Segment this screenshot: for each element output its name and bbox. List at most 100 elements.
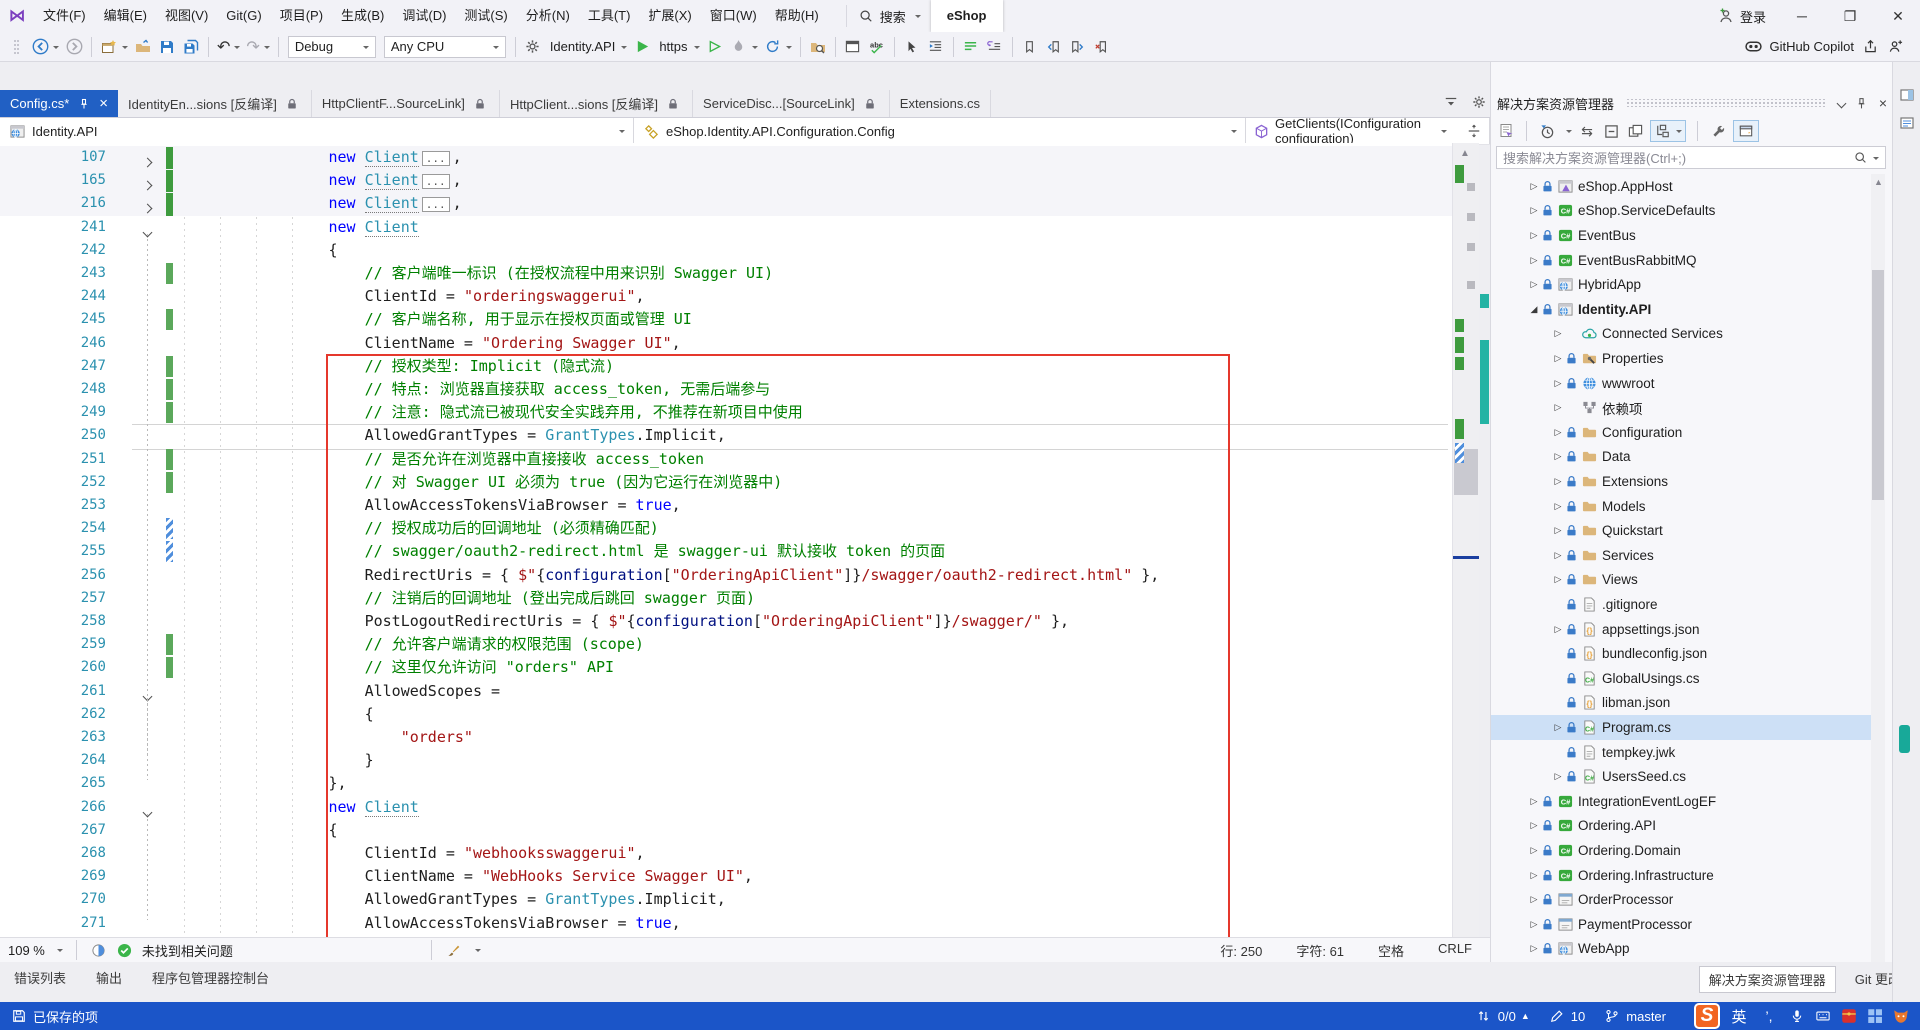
tree-item-bundleconfig.json[interactable]: {} bundleconfig.json bbox=[1491, 641, 1873, 666]
explorer-tab-解决方案资源管理器[interactable]: 解决方案资源管理器 bbox=[1698, 966, 1836, 993]
menu-生成(B)[interactable]: 生成(B) bbox=[332, 8, 393, 23]
navigate-back-button[interactable] bbox=[28, 35, 62, 59]
open-file-button[interactable] bbox=[131, 35, 155, 59]
collapsed-arrow-icon[interactable]: ▷ bbox=[1527, 205, 1541, 216]
new-project-button[interactable] bbox=[97, 35, 131, 59]
file-nesting-dropdown[interactable] bbox=[1650, 120, 1686, 142]
collapsed-arrow-icon[interactable]: ▷ bbox=[1551, 328, 1565, 339]
tree-item-libman.json[interactable]: {} libman.json bbox=[1491, 691, 1873, 716]
collapsed-arrow-icon[interactable]: ▷ bbox=[1551, 476, 1565, 487]
document-health-icon[interactable] bbox=[90, 941, 108, 959]
restart-app-button[interactable] bbox=[761, 35, 795, 59]
caret-column-indicator[interactable]: 字符: 61 bbox=[1296, 941, 1344, 960]
solution-name-badge[interactable]: eShop bbox=[930, 0, 1003, 32]
tab-HttpClientF...SourceLink-[interactable]: HttpClientF...SourceLink] bbox=[312, 90, 500, 117]
collapsed-arrow-icon[interactable]: ▷ bbox=[1551, 525, 1565, 536]
tree-item-Models[interactable]: ▷ Models bbox=[1491, 494, 1873, 519]
collapsed-arrow-icon[interactable]: ▷ bbox=[1551, 451, 1565, 462]
ime-toolbox-icon[interactable] bbox=[1866, 1007, 1884, 1025]
show-all-files-icon[interactable] bbox=[1626, 122, 1644, 140]
run-profile-dropdown[interactable]: https bbox=[654, 35, 702, 59]
collapsed-arrow-icon[interactable]: ▷ bbox=[1527, 796, 1541, 807]
tab-ServiceDisc...-SourceLink-[interactable]: ServiceDisc...[SourceLink] bbox=[693, 90, 890, 117]
menu-视图(V)[interactable]: 视图(V) bbox=[156, 8, 217, 23]
tree-item-EventBus[interactable]: ▷ C# EventBus bbox=[1491, 223, 1873, 248]
zoom-level-dropdown[interactable]: 109 % bbox=[8, 943, 45, 958]
collapsed-arrow-icon[interactable]: ▷ bbox=[1551, 427, 1565, 438]
next-bookmark-button[interactable] bbox=[1066, 35, 1090, 59]
debug-configuration-dropdown[interactable]: Debug bbox=[287, 35, 376, 58]
collapsed-arrow-icon[interactable]: ▷ bbox=[1551, 378, 1565, 389]
breadcrumb-member-dropdown[interactable]: GetClients(IConfiguration configuration) bbox=[1246, 116, 1490, 146]
start-debugging-button[interactable] bbox=[630, 35, 654, 59]
menu-工具(T)[interactable]: 工具(T) bbox=[579, 8, 640, 23]
tree-item-Data[interactable]: ▷ Data bbox=[1491, 445, 1873, 470]
close-panel-icon[interactable]: × bbox=[1879, 95, 1887, 111]
tree-item-UsersSeed.cs[interactable]: ▷ C# UsersSeed.cs bbox=[1491, 764, 1873, 789]
tree-item-tempkey.jwk[interactable]: tempkey.jwk bbox=[1491, 740, 1873, 765]
close-tab-icon[interactable]: × bbox=[99, 95, 108, 112]
collapsed-arrow-icon[interactable]: ▷ bbox=[1551, 574, 1565, 585]
scroll-up-icon[interactable]: ▲ bbox=[1460, 148, 1470, 159]
github-copilot-icon[interactable] bbox=[1744, 38, 1762, 56]
restore-button[interactable]: ❐ bbox=[1828, 0, 1872, 32]
fold-collapsed-icon[interactable] bbox=[142, 200, 153, 215]
menu-编辑(E)[interactable]: 编辑(E) bbox=[95, 8, 156, 23]
menu-分析(N)[interactable]: 分析(N) bbox=[517, 8, 579, 23]
pin-tab-icon[interactable] bbox=[75, 95, 93, 113]
errors-warnings[interactable]: 0/0 ▲ bbox=[1475, 1007, 1530, 1025]
navigate-forward-button[interactable] bbox=[62, 35, 86, 59]
tree-item-Ordering.API[interactable]: ▷ C# Ordering.API bbox=[1491, 814, 1873, 839]
caret-line-indicator[interactable]: 行: 250 bbox=[1220, 941, 1262, 960]
tree-item-EventBusRabbitMQ[interactable]: ▷ C# EventBusRabbitMQ bbox=[1491, 248, 1873, 273]
previous-bookmark-button[interactable] bbox=[1042, 35, 1066, 59]
platform-dropdown[interactable]: Any CPU bbox=[383, 35, 506, 58]
minimize-button[interactable]: ─ bbox=[1780, 0, 1824, 32]
git-branch[interactable]: master bbox=[1603, 1007, 1666, 1025]
collapsed-arrow-icon[interactable]: ▷ bbox=[1527, 279, 1541, 290]
collapsed-arrow-icon[interactable]: ▷ bbox=[1551, 501, 1565, 512]
tree-item-OrderProcessor[interactable]: ▷ OrderProcessor bbox=[1491, 887, 1873, 912]
tab-Config.cs-[interactable]: Config.cs* × bbox=[0, 90, 119, 117]
find-in-files-button[interactable] bbox=[806, 35, 830, 59]
share-icon[interactable] bbox=[1861, 38, 1879, 56]
save-all-button[interactable] bbox=[179, 35, 203, 59]
undo-button[interactable]: ↶ bbox=[214, 35, 243, 59]
collapsed-arrow-icon[interactable]: ▷ bbox=[1527, 894, 1541, 905]
collapsed-arrow-icon[interactable]: ▷ bbox=[1527, 943, 1541, 954]
collapsed-arrow-icon[interactable]: ▷ bbox=[1551, 402, 1565, 413]
panel-drag-handle[interactable] bbox=[1626, 99, 1826, 107]
toggle-bookmark-button[interactable] bbox=[1018, 35, 1042, 59]
tree-item-wwwroot[interactable]: ▷ wwwroot bbox=[1491, 371, 1873, 396]
solution-explorer-search-input[interactable]: 搜索解决方案资源管理器(Ctrl+;) bbox=[1496, 146, 1886, 169]
properties-wrench-icon[interactable] bbox=[1709, 122, 1727, 140]
soft-keyboard-icon[interactable] bbox=[1814, 1007, 1832, 1025]
active-files-dropdown-icon[interactable] bbox=[1442, 93, 1460, 111]
collapsed-arrow-icon[interactable]: ▷ bbox=[1527, 845, 1541, 856]
breadcrumb-project-dropdown[interactable]: Identity.API bbox=[0, 118, 634, 144]
collapsed-arrow-icon[interactable]: ▷ bbox=[1527, 230, 1541, 241]
problems-status-label[interactable]: 未找到相关问题 bbox=[142, 941, 233, 960]
menu-帮助(H)[interactable]: 帮助(H) bbox=[766, 8, 828, 23]
account-icon[interactable] bbox=[1886, 38, 1904, 56]
tree-item-Views[interactable]: ▷ Views bbox=[1491, 568, 1873, 593]
panel-tab-程序包管理器控制台[interactable]: 程序包管理器控制台 bbox=[148, 966, 273, 989]
tree-item-Ordering.Domain[interactable]: ▷ C# Ordering.Domain bbox=[1491, 838, 1873, 863]
notification-badge[interactable] bbox=[1899, 725, 1910, 753]
redo-button[interactable]: ↷ bbox=[243, 35, 272, 59]
sign-in-button[interactable]: 登录 bbox=[1707, 7, 1776, 26]
collapsed-arrow-icon[interactable]: ▷ bbox=[1551, 624, 1565, 635]
collapsed-arrow-icon[interactable]: ▷ bbox=[1527, 820, 1541, 831]
panel-tab-输出[interactable]: 输出 bbox=[92, 966, 126, 989]
tree-item-Ordering.Infrastructure[interactable]: ▷ C# Ordering.Infrastructure bbox=[1491, 863, 1873, 888]
preview-selected-items-button[interactable] bbox=[1733, 120, 1759, 142]
format-indent-button[interactable] bbox=[924, 35, 948, 59]
scrollbar-thumb[interactable] bbox=[1872, 270, 1884, 500]
collapsed-arrow-icon[interactable]: ▷ bbox=[1551, 722, 1565, 733]
collapse-all-icon[interactable] bbox=[1602, 122, 1620, 140]
sync-with-active-document-icon[interactable]: ⇆ bbox=[1578, 122, 1596, 140]
collapsed-arrow-icon[interactable]: ▷ bbox=[1527, 870, 1541, 881]
tree-item-HybridApp[interactable]: ▷ HybridApp bbox=[1491, 272, 1873, 297]
collapsed-arrow-icon[interactable]: ▷ bbox=[1551, 771, 1565, 782]
microphone-icon[interactable] bbox=[1788, 1007, 1806, 1025]
